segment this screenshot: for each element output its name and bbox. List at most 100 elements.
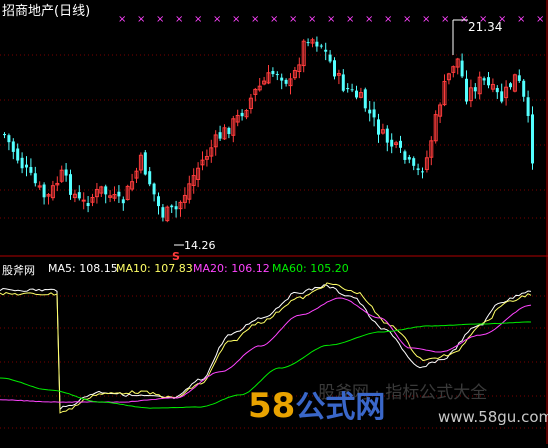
- candle-body: [399, 140, 402, 148]
- candle-body: [284, 79, 288, 84]
- candle-body: [421, 171, 424, 173]
- candle-body: [148, 171, 152, 185]
- marker-x: ×: [384, 14, 392, 25]
- ma20-label: MA20: 106.12: [193, 262, 270, 275]
- indicator-name: 股斧网: [2, 264, 35, 277]
- candle-body: [517, 75, 521, 81]
- candle-body: [121, 199, 125, 204]
- marker-x: ×: [251, 14, 259, 25]
- candle-body: [11, 141, 15, 152]
- candle-body: [271, 71, 275, 75]
- marker-x: ×: [346, 14, 354, 25]
- candle-body: [86, 203, 90, 207]
- candle-body: [227, 127, 231, 135]
- candle-body: [341, 74, 345, 91]
- candle-body: [385, 128, 389, 143]
- candle-body: [104, 186, 108, 195]
- watermark-logo: 58公式网: [248, 382, 385, 426]
- candle-body: [509, 83, 512, 88]
- marker-x: ×: [517, 14, 525, 25]
- candle-body: [350, 89, 354, 91]
- candle-body: [495, 88, 499, 93]
- marker-x: ×: [156, 14, 164, 25]
- candle-body: [33, 173, 37, 184]
- candle-body: [416, 168, 420, 170]
- candle-body: [117, 191, 121, 197]
- candle-body: [77, 192, 81, 199]
- marker-x: ×: [403, 14, 411, 25]
- watermark-text: 公式网: [295, 390, 386, 425]
- marker-x: ×: [232, 14, 240, 25]
- candle-body: [487, 77, 490, 86]
- candle-body: [20, 157, 24, 169]
- candle-body: [368, 109, 372, 114]
- candle-body: [363, 89, 367, 109]
- candle-body: [7, 135, 11, 143]
- marker-x: ×: [441, 14, 449, 25]
- candle-body: [324, 49, 328, 52]
- watermark-number: 58: [248, 386, 296, 426]
- marker-x: ×: [365, 14, 373, 25]
- candle-body: [306, 42, 310, 44]
- candle-body: [460, 60, 464, 77]
- candle-body: [3, 133, 6, 136]
- candle-body: [522, 80, 526, 97]
- candle-body: [346, 88, 350, 90]
- candle-body: [473, 87, 477, 92]
- candle-body: [42, 184, 46, 198]
- candle-body: [500, 91, 504, 102]
- marker-x: ×: [289, 14, 297, 25]
- marker-x: ×: [270, 14, 278, 25]
- candle-body: [315, 41, 319, 47]
- ma5-label: MA5: 108.15: [48, 262, 118, 275]
- candlesticks: [3, 36, 534, 223]
- candle-body: [328, 54, 332, 62]
- candle-body: [526, 97, 530, 116]
- candle-body: [407, 157, 411, 160]
- marker-x: ×: [137, 14, 145, 25]
- marker-x: ×: [327, 14, 335, 25]
- marker-x: ×: [422, 14, 430, 25]
- marker-x: ×: [308, 14, 316, 25]
- candle-body: [161, 207, 165, 218]
- candle-body: [403, 151, 407, 160]
- candle-body: [531, 114, 534, 164]
- candle-body: [465, 78, 468, 102]
- chart-title: 招商地产(日线): [2, 4, 91, 19]
- marker-x: ×: [118, 14, 126, 25]
- candle-body: [280, 77, 284, 81]
- candle-body: [390, 139, 394, 147]
- candle-body: [412, 158, 416, 166]
- candle-body: [355, 90, 358, 98]
- ma60-label: MA60: 105.20: [272, 262, 349, 275]
- marker-x: ×: [194, 14, 202, 25]
- candle-body: [218, 132, 222, 139]
- candle-body: [275, 74, 279, 76]
- high-label: 21.34: [468, 20, 502, 34]
- candle-body: [377, 119, 380, 135]
- marker-x: ×: [536, 14, 544, 25]
- candle-body: [64, 169, 68, 176]
- candle-body: [25, 164, 28, 168]
- candle-body: [143, 152, 147, 175]
- candle-body: [152, 183, 156, 195]
- candle-body: [81, 199, 86, 202]
- candle-body: [482, 78, 486, 81]
- candle-body: [319, 45, 323, 47]
- ma10-label: MA10: 107.83: [116, 262, 193, 275]
- watermark-url: www.58gu.com: [438, 408, 548, 426]
- stock-chart[interactable]: × × × × × × × × × × × × × × × × × × × × × × × 21.34 14.26 S 招商地产…: [0, 0, 548, 444]
- candle-body: [29, 167, 33, 173]
- marker-x: ×: [175, 14, 183, 25]
- candle-body: [372, 109, 376, 118]
- low-label: 14.26: [184, 239, 216, 252]
- candle-body: [69, 174, 72, 195]
- price-annotations: 21.3414.26S: [172, 19, 502, 263]
- marker-x: ×: [213, 14, 221, 25]
- candle-body: [333, 60, 336, 77]
- candle-body: [240, 112, 244, 117]
- candle-body: [157, 196, 160, 207]
- candle-body: [16, 148, 20, 161]
- candle-body: [174, 206, 178, 210]
- candle-body: [170, 205, 174, 208]
